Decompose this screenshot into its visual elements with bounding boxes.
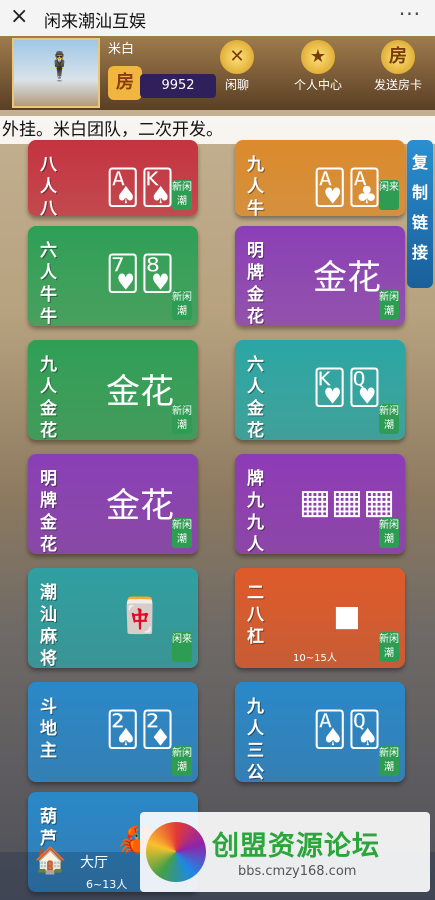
game-name: 潮汕麻将 <box>40 583 57 668</box>
chat-icon: ✕ <box>220 40 254 74</box>
game-tag: 新闲潮 <box>172 404 192 434</box>
room-card-icon: 房 <box>108 66 142 100</box>
copy-link-label: 复制链接 <box>412 153 429 262</box>
game-name: 六人金花 <box>247 355 264 440</box>
avatar-figure-icon: 🕴 <box>42 50 77 83</box>
watermark-url: bbs.cmzy168.com <box>238 864 357 879</box>
game-name: 九人金花 <box>40 355 57 440</box>
game-card[interactable]: 九人金花 金花 新闲潮 <box>28 340 198 440</box>
game-card[interactable]: 潮汕麻将 🀄 闲来 <box>28 568 198 668</box>
hall-button[interactable]: 🏠 大厅 6~13人 <box>34 846 144 896</box>
game-card[interactable]: 牌九九人 ▦▦▦ 新闲潮 <box>235 454 405 554</box>
star-icon: ★ <box>301 40 335 74</box>
home-icon: 🏠 <box>34 846 67 876</box>
game-tag: 闲来 <box>379 180 399 210</box>
game-name: 牌九九人 <box>247 469 264 554</box>
game-tag: 新闲潮 <box>172 290 192 320</box>
game-tag: 新闲潮 <box>379 290 399 320</box>
send-room-card-label: 发送房卡 <box>373 78 422 92</box>
username: 米白 <box>108 42 135 57</box>
chat-button[interactable]: ✕ 闲聊 <box>205 40 269 108</box>
window-title: 闲来潮汕互娱 <box>44 12 146 32</box>
hall-player-count: 6~13人 <box>86 878 128 891</box>
more-icon[interactable]: ··· <box>399 2 421 26</box>
hall-label: 大厅 <box>80 855 108 871</box>
game-name: 二八杠 <box>247 583 264 647</box>
game-tag: 新闲潮 <box>172 518 192 548</box>
game-name: 九人牛牛 <box>247 155 264 216</box>
game-card[interactable]: 六人牛牛 🂷🂸 新闲潮 <box>28 226 198 326</box>
close-icon[interactable]: × <box>10 4 28 29</box>
game-name: 九人三公 <box>247 697 264 782</box>
game-card[interactable]: 八人八怪🂡🂮新闲潮 <box>28 140 198 216</box>
watermark: 创盟资源论坛 bbs.cmzy168.com <box>140 812 430 892</box>
game-card[interactable]: 六人金花 🂾🂽 新闲潮 <box>235 340 405 440</box>
game-name: 明牌金花 <box>247 241 264 326</box>
room-card-icon: 房 <box>381 40 415 74</box>
profile-center-label: 个人中心 <box>293 78 342 92</box>
game-tag: 新闲潮 <box>379 404 399 434</box>
window-titlebar: × 闲来潮汕互娱 ··· <box>0 0 435 37</box>
game-name: 明牌金花 <box>40 469 57 554</box>
game-tag: 新闲潮 <box>379 746 399 776</box>
game-name: 六人牛牛 <box>40 241 57 326</box>
game-tag: 新闲潮 <box>379 518 399 548</box>
game-card[interactable]: 九人三公 🂡🂭 新闲潮 <box>235 682 405 782</box>
game-player-range: 10~15人 <box>293 653 337 664</box>
game-name: 斗地主 <box>40 697 57 761</box>
watermark-logo-icon <box>146 822 206 882</box>
game-name: 葫芦 <box>40 807 57 849</box>
game-tag: 新闲潮 <box>172 746 192 776</box>
game-tag: 新闲潮 <box>379 632 399 662</box>
game-name: 八人八怪 <box>40 155 57 216</box>
game-card[interactable]: 斗地主 🂢🃂 新闲潮 <box>28 682 198 782</box>
send-room-card-button[interactable]: 房 发送房卡 <box>366 40 430 108</box>
game-card[interactable]: 九人牛牛🂱🃑闲来 <box>235 140 405 216</box>
watermark-title: 创盟资源论坛 <box>212 831 380 862</box>
game-tag: 闲来 <box>172 632 192 662</box>
game-card[interactable]: 明牌金花 金花 新闲潮 <box>235 226 405 326</box>
game-card[interactable]: 二八杠 ◼ 新闲潮 10~15人 <box>235 568 405 668</box>
game-tag: 新闲潮 <box>172 180 192 210</box>
chat-label: 闲聊 <box>224 78 249 92</box>
game-card[interactable]: 明牌金花 金花 新闲潮 <box>28 454 198 554</box>
avatar[interactable]: 🕴 <box>12 38 100 108</box>
profile-center-button[interactable]: ★ 个人中心 <box>286 40 350 108</box>
copy-link-tab[interactable]: 复制链接 <box>407 140 433 288</box>
